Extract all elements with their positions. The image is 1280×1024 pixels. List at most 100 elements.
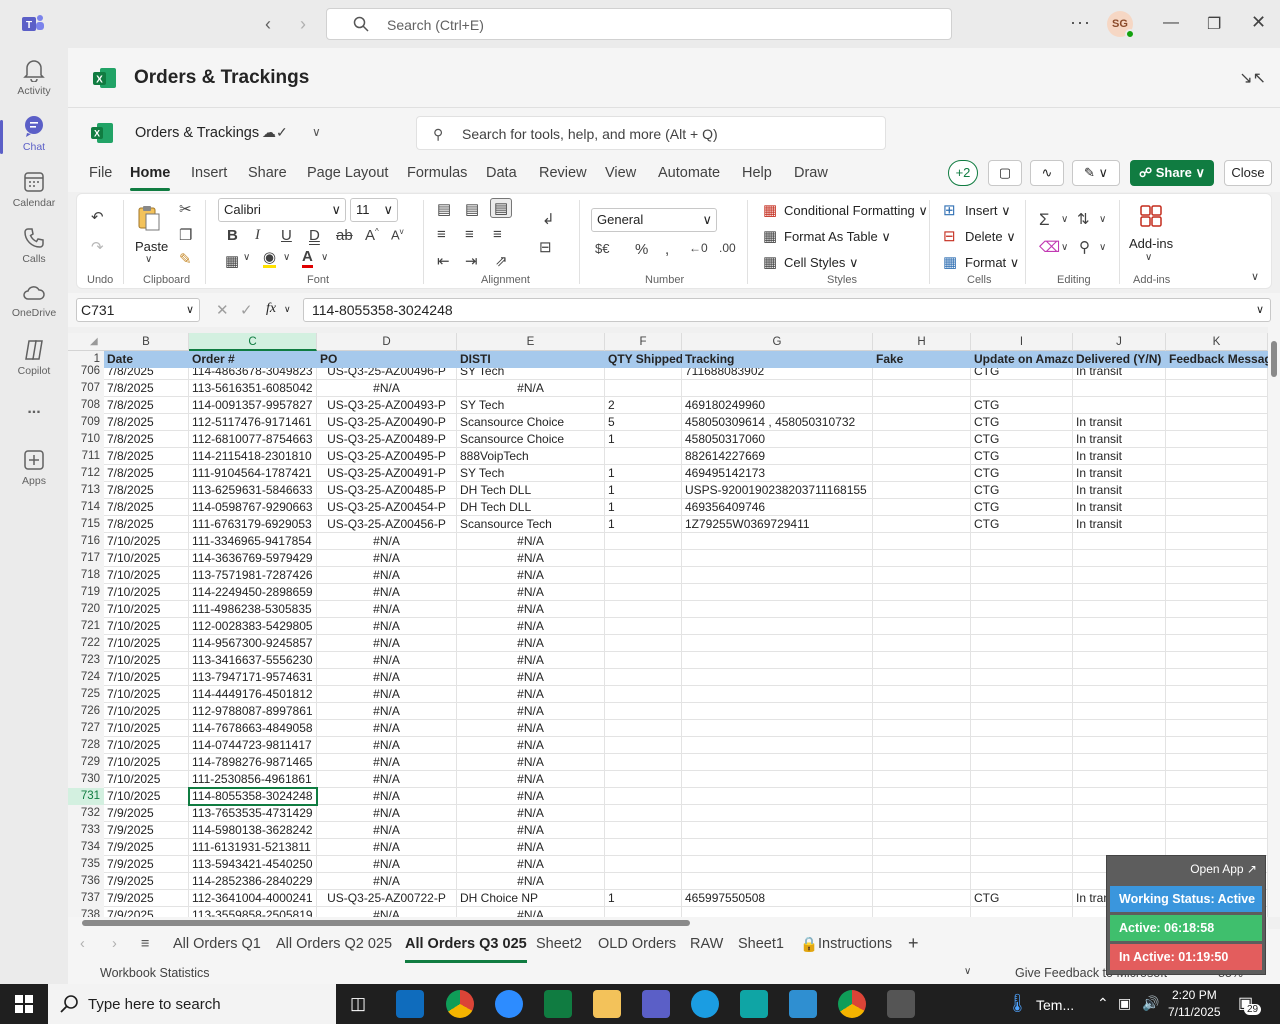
cancel-icon[interactable]: ✕	[216, 301, 229, 319]
row-number[interactable]: 728	[68, 737, 104, 754]
formula-input[interactable]: 114-8055358-3024248 ∨	[303, 298, 1271, 322]
table-cell[interactable]	[682, 873, 873, 890]
table-cell[interactable]: USPS-9200190238203711168155	[682, 482, 873, 499]
table-cell[interactable]: #N/A	[317, 669, 457, 686]
borders-icon[interactable]: ▦	[225, 252, 239, 270]
row-number[interactable]: 714	[68, 499, 104, 516]
row-number[interactable]: 734	[68, 839, 104, 856]
table-cell[interactable]	[873, 635, 971, 652]
table-cell[interactable]: #N/A	[457, 754, 605, 771]
table-cell[interactable]: #N/A	[457, 822, 605, 839]
table-cell[interactable]	[605, 380, 682, 397]
table-cell[interactable]: 7/10/2025	[104, 567, 189, 584]
column-header[interactable]: K	[1166, 333, 1268, 351]
table-cell[interactable]	[873, 754, 971, 771]
table-cell[interactable]: #N/A	[457, 550, 605, 567]
table-cell[interactable]: 469495142173	[682, 465, 873, 482]
chrome-icon[interactable]	[446, 990, 474, 1018]
table-cell[interactable]: 7/9/2025	[104, 805, 189, 822]
table-cell[interactable]: 114-0598767-9290663	[189, 499, 317, 516]
row-number[interactable]: 708	[68, 397, 104, 414]
table-cell[interactable]: #N/A	[317, 856, 457, 873]
editing-mode-icon[interactable]: ✎ ∨	[1072, 160, 1120, 186]
paste-icon[interactable]	[137, 204, 161, 232]
table-header-cell[interactable]: DISTI	[457, 351, 605, 368]
zoom-icon[interactable]	[495, 990, 523, 1018]
row-number[interactable]: 719	[68, 584, 104, 601]
row-number[interactable]: 732	[68, 805, 104, 822]
table-cell[interactable]	[1073, 754, 1166, 771]
table-cell[interactable]: 112-3641004-4000241	[189, 890, 317, 907]
volume-icon[interactable]: 🔊	[1142, 995, 1159, 1012]
table-cell[interactable]: 7/10/2025	[104, 720, 189, 737]
cell-styles-button[interactable]: Cell Styles ∨	[784, 255, 859, 271]
table-cell[interactable]	[605, 703, 682, 720]
align-center-icon[interactable]: ≡	[465, 226, 474, 243]
table-cell[interactable]	[971, 550, 1073, 567]
table-cell[interactable]: 7/10/2025	[104, 686, 189, 703]
table-cell[interactable]: 111-2530856-4961861	[189, 771, 317, 788]
table-cell[interactable]	[971, 754, 1073, 771]
table-cell[interactable]: 114-2852386-2840229	[189, 873, 317, 890]
table-cell[interactable]	[873, 873, 971, 890]
ribbon-collapse-chevron-icon[interactable]: ∨	[1251, 270, 1259, 283]
table-cell[interactable]	[682, 686, 873, 703]
open-app-link[interactable]: Open App ↗	[1190, 862, 1257, 876]
table-cell[interactable]: 112-6810077-8754663	[189, 431, 317, 448]
table-cell[interactable]	[873, 788, 971, 805]
table-cell[interactable]	[1166, 839, 1268, 856]
table-cell[interactable]	[682, 652, 873, 669]
table-cell[interactable]: 7/9/2025	[104, 856, 189, 873]
table-cell[interactable]	[971, 805, 1073, 822]
row-number[interactable]: 718	[68, 567, 104, 584]
table-cell[interactable]	[873, 482, 971, 499]
tab-review[interactable]: Review	[539, 165, 587, 181]
table-cell[interactable]	[682, 601, 873, 618]
format-as-table-button[interactable]: Format As Table ∨	[784, 229, 891, 245]
insert-cells-icon[interactable]: ⊞	[943, 201, 956, 219]
clock-time[interactable]: 2:20 PM	[1172, 988, 1217, 1002]
sheet-tab-old-orders[interactable]: OLD Orders	[598, 936, 676, 952]
table-cell[interactable]	[682, 550, 873, 567]
teams-search-box[interactable]: Search (Ctrl+E)	[326, 8, 952, 40]
table-cell[interactable]: #N/A	[317, 601, 457, 618]
table-cell[interactable]	[1166, 431, 1268, 448]
expand-formula-chevron-icon[interactable]: ∨	[1256, 299, 1264, 321]
table-cell[interactable]: 7/10/2025	[104, 754, 189, 771]
table-cell[interactable]: 114-0744723-9811417	[189, 737, 317, 754]
table-cell[interactable]: 114-5980138-3628242	[189, 822, 317, 839]
table-cell[interactable]: 458050317060	[682, 431, 873, 448]
tab-insert[interactable]: Insert	[191, 165, 227, 181]
table-cell[interactable]	[1166, 567, 1268, 584]
table-cell[interactable]	[873, 907, 971, 917]
table-cell[interactable]	[873, 839, 971, 856]
percent-icon[interactable]: %	[635, 241, 648, 258]
align-top-icon[interactable]: ▤	[437, 200, 451, 218]
table-cell[interactable]	[1166, 414, 1268, 431]
table-cell[interactable]: 458050309614 , 458050310732	[682, 414, 873, 431]
conditional-formatting-button[interactable]: Conditional Formatting ∨	[784, 203, 928, 219]
table-cell[interactable]	[1073, 737, 1166, 754]
table-cell[interactable]: 113-5943421-4540250	[189, 856, 317, 873]
table-cell[interactable]	[1073, 805, 1166, 822]
table-cell[interactable]	[1166, 601, 1268, 618]
table-cell[interactable]: #N/A	[457, 380, 605, 397]
table-cell[interactable]	[605, 601, 682, 618]
increase-decimal-icon[interactable]: ←0	[689, 241, 708, 255]
table-header-cell[interactable]: Delivered (Y/N)	[1073, 351, 1166, 368]
row-number[interactable]: 716	[68, 533, 104, 550]
autosum-chevron-icon[interactable]: ∨	[1061, 214, 1068, 225]
table-cell[interactable]: CTG	[971, 397, 1073, 414]
table-cell[interactable]: 1	[605, 890, 682, 907]
table-cell[interactable]: 113-7571981-7287426	[189, 567, 317, 584]
comma-style-icon[interactable]: ,	[665, 241, 669, 258]
table-cell[interactable]: 7/9/2025	[104, 873, 189, 890]
table-cell[interactable]: 111-4986238-5305835	[189, 601, 317, 618]
share-button[interactable]: ☍ Share ∨	[1130, 160, 1214, 186]
table-cell[interactable]	[873, 448, 971, 465]
paste-label[interactable]: Paste	[135, 239, 168, 254]
borders-chevron-icon[interactable]: ∨	[243, 252, 250, 263]
table-cell[interactable]: 1	[605, 516, 682, 533]
column-header[interactable]: G	[682, 333, 873, 351]
strikethrough-icon[interactable]: ab	[336, 227, 353, 244]
